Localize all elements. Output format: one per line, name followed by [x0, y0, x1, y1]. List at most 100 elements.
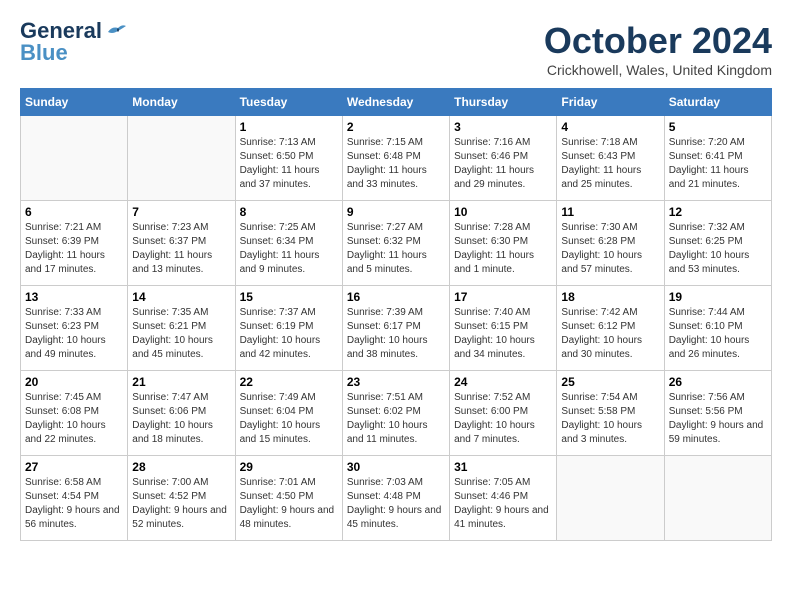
calendar-cell: 30 Sunrise: 7:03 AM Sunset: 4:48 PM Dayli… — [342, 456, 449, 541]
calendar-cell: 25Sunrise: 7:54 AM Sunset: 5:58 PM Dayli… — [557, 371, 664, 456]
weekday-header-saturday: Saturday — [664, 89, 771, 116]
day-number: 20 — [25, 375, 123, 389]
week-row-2: 6Sunrise: 7:21 AM Sunset: 6:39 PM Daylig… — [21, 201, 772, 286]
day-info: Sunrise: 7:18 AM Sunset: 6:43 PM Dayligh… — [561, 136, 659, 192]
calendar-cell: 28 Sunrise: 7:00 AM Sunset: 4:52 PM Dayli… — [128, 456, 235, 541]
day-number: 16 — [347, 290, 445, 304]
calendar-cell: 21 Sunrise: 7:47 AM Sunset: 6:06 PM Dayli… — [128, 371, 235, 456]
day-info: Sunrise: 7:39 AM Sunset: 6:17 PM Dayligh… — [347, 306, 445, 362]
calendar-table: SundayMondayTuesdayWednesdayThursdayFrid… — [20, 88, 772, 541]
day-number: 15 — [240, 290, 338, 304]
day-info: Sunrise: 7:27 AM Sunset: 6:32 PM Dayligh… — [347, 221, 445, 277]
day-number: 8 — [240, 205, 338, 219]
calendar-cell: 29 Sunrise: 7:01 AM Sunset: 4:50 PM Dayli… — [235, 456, 342, 541]
day-number: 5 — [669, 120, 767, 134]
day-info: Sunrise: 7:13 AM Sunset: 6:50 PM Dayligh… — [240, 136, 338, 192]
week-row-4: 20 Sunrise: 7:45 AM Sunset: 6:08 PM Dayli… — [21, 371, 772, 456]
day-number: 19 — [669, 290, 767, 304]
month-title: October 2024 — [544, 20, 772, 62]
day-number: 11 — [561, 205, 659, 219]
week-row-5: 27Sunrise: 6:58 AM Sunset: 4:54 PM Dayli… — [21, 456, 772, 541]
day-number: 27 — [25, 460, 123, 474]
day-info: Sunrise: 7:54 AM Sunset: 5:58 PM Dayligh… — [561, 391, 659, 447]
calendar-cell: 14 Sunrise: 7:35 AM Sunset: 6:21 PM Dayli… — [128, 286, 235, 371]
day-info: Sunrise: 7:33 AM Sunset: 6:23 PM Dayligh… — [25, 306, 123, 362]
weekday-header-tuesday: Tuesday — [235, 89, 342, 116]
calendar-cell: 7Sunrise: 7:23 AM Sunset: 6:37 PM Daylig… — [128, 201, 235, 286]
calendar-cell: 27Sunrise: 6:58 AM Sunset: 4:54 PM Dayli… — [21, 456, 128, 541]
calendar-cell: 24 Sunrise: 7:52 AM Sunset: 6:00 PM Dayli… — [450, 371, 557, 456]
calendar-cell: 3 Sunrise: 7:16 AM Sunset: 6:46 PM Daylig… — [450, 116, 557, 201]
day-number: 1 — [240, 120, 338, 134]
calendar-cell: 18 Sunrise: 7:42 AM Sunset: 6:12 PM Dayli… — [557, 286, 664, 371]
day-info: Sunrise: 7:42 AM Sunset: 6:12 PM Dayligh… — [561, 306, 659, 362]
day-number: 28 — [132, 460, 230, 474]
logo-subtext: Blue — [20, 42, 68, 64]
calendar-cell: 22Sunrise: 7:49 AM Sunset: 6:04 PM Dayli… — [235, 371, 342, 456]
calendar-cell: 8Sunrise: 7:25 AM Sunset: 6:34 PM Daylig… — [235, 201, 342, 286]
day-info: Sunrise: 7:01 AM Sunset: 4:50 PM Dayligh… — [240, 476, 338, 532]
day-info: Sunrise: 7:49 AM Sunset: 6:04 PM Dayligh… — [240, 391, 338, 447]
day-number: 21 — [132, 375, 230, 389]
day-number: 30 — [347, 460, 445, 474]
calendar-cell: 10 Sunrise: 7:28 AM Sunset: 6:30 PM Dayli… — [450, 201, 557, 286]
day-info: Sunrise: 7:35 AM Sunset: 6:21 PM Dayligh… — [132, 306, 230, 362]
day-info: Sunrise: 7:56 AM Sunset: 5:56 PM Dayligh… — [669, 391, 767, 447]
week-row-1: 1 Sunrise: 7:13 AM Sunset: 6:50 PM Daylig… — [21, 116, 772, 201]
location-label: Crickhowell, Wales, United Kingdom — [544, 62, 772, 78]
day-number: 13 — [25, 290, 123, 304]
weekday-header-wednesday: Wednesday — [342, 89, 449, 116]
calendar-cell: 15 Sunrise: 7:37 AM Sunset: 6:19 PM Dayli… — [235, 286, 342, 371]
day-number: 26 — [669, 375, 767, 389]
page-header: General Blue October 2024 Crickhowell, W… — [20, 20, 772, 78]
calendar-cell — [664, 456, 771, 541]
week-row-3: 13 Sunrise: 7:33 AM Sunset: 6:23 PM Dayli… — [21, 286, 772, 371]
calendar-cell: 19 Sunrise: 7:44 AM Sunset: 6:10 PM Dayli… — [664, 286, 771, 371]
day-number: 10 — [454, 205, 552, 219]
calendar-cell: 6Sunrise: 7:21 AM Sunset: 6:39 PM Daylig… — [21, 201, 128, 286]
day-info: Sunrise: 7:28 AM Sunset: 6:30 PM Dayligh… — [454, 221, 552, 277]
calendar-cell — [128, 116, 235, 201]
day-info: Sunrise: 7:03 AM Sunset: 4:48 PM Dayligh… — [347, 476, 445, 532]
day-info: Sunrise: 7:52 AM Sunset: 6:00 PM Dayligh… — [454, 391, 552, 447]
calendar-cell: 5 Sunrise: 7:20 AM Sunset: 6:41 PM Daylig… — [664, 116, 771, 201]
day-number: 7 — [132, 205, 230, 219]
calendar-cell: 31 Sunrise: 7:05 AM Sunset: 4:46 PM Dayli… — [450, 456, 557, 541]
day-number: 9 — [347, 205, 445, 219]
weekday-header-friday: Friday — [557, 89, 664, 116]
day-number: 14 — [132, 290, 230, 304]
logo: General Blue — [20, 20, 126, 64]
logo-bird-icon — [104, 24, 126, 40]
day-number: 31 — [454, 460, 552, 474]
day-info: Sunrise: 7:20 AM Sunset: 6:41 PM Dayligh… — [669, 136, 767, 192]
title-block: October 2024 Crickhowell, Wales, United … — [544, 20, 772, 78]
day-info: Sunrise: 7:37 AM Sunset: 6:19 PM Dayligh… — [240, 306, 338, 362]
calendar-cell: 11 Sunrise: 7:30 AM Sunset: 6:28 PM Dayli… — [557, 201, 664, 286]
logo-text: General — [20, 20, 126, 42]
day-info: Sunrise: 7:15 AM Sunset: 6:48 PM Dayligh… — [347, 136, 445, 192]
day-info: Sunrise: 7:44 AM Sunset: 6:10 PM Dayligh… — [669, 306, 767, 362]
day-info: Sunrise: 7:21 AM Sunset: 6:39 PM Dayligh… — [25, 221, 123, 277]
day-info: Sunrise: 7:05 AM Sunset: 4:46 PM Dayligh… — [454, 476, 552, 532]
calendar-cell — [557, 456, 664, 541]
day-number: 24 — [454, 375, 552, 389]
day-info: Sunrise: 7:45 AM Sunset: 6:08 PM Dayligh… — [25, 391, 123, 447]
calendar-cell: 20 Sunrise: 7:45 AM Sunset: 6:08 PM Dayli… — [21, 371, 128, 456]
calendar-cell: 16 Sunrise: 7:39 AM Sunset: 6:17 PM Dayli… — [342, 286, 449, 371]
day-info: Sunrise: 7:30 AM Sunset: 6:28 PM Dayligh… — [561, 221, 659, 277]
weekday-header-sunday: Sunday — [21, 89, 128, 116]
calendar-cell: 13 Sunrise: 7:33 AM Sunset: 6:23 PM Dayli… — [21, 286, 128, 371]
day-info: Sunrise: 7:47 AM Sunset: 6:06 PM Dayligh… — [132, 391, 230, 447]
calendar-cell: 26 Sunrise: 7:56 AM Sunset: 5:56 PM Dayli… — [664, 371, 771, 456]
day-number: 23 — [347, 375, 445, 389]
day-number: 3 — [454, 120, 552, 134]
calendar-cell: 23Sunrise: 7:51 AM Sunset: 6:02 PM Dayli… — [342, 371, 449, 456]
day-info: Sunrise: 7:16 AM Sunset: 6:46 PM Dayligh… — [454, 136, 552, 192]
day-number: 18 — [561, 290, 659, 304]
calendar-cell — [21, 116, 128, 201]
day-number: 29 — [240, 460, 338, 474]
day-info: Sunrise: 7:00 AM Sunset: 4:52 PM Dayligh… — [132, 476, 230, 532]
day-number: 17 — [454, 290, 552, 304]
weekday-header-monday: Monday — [128, 89, 235, 116]
weekday-header-row: SundayMondayTuesdayWednesdayThursdayFrid… — [21, 89, 772, 116]
